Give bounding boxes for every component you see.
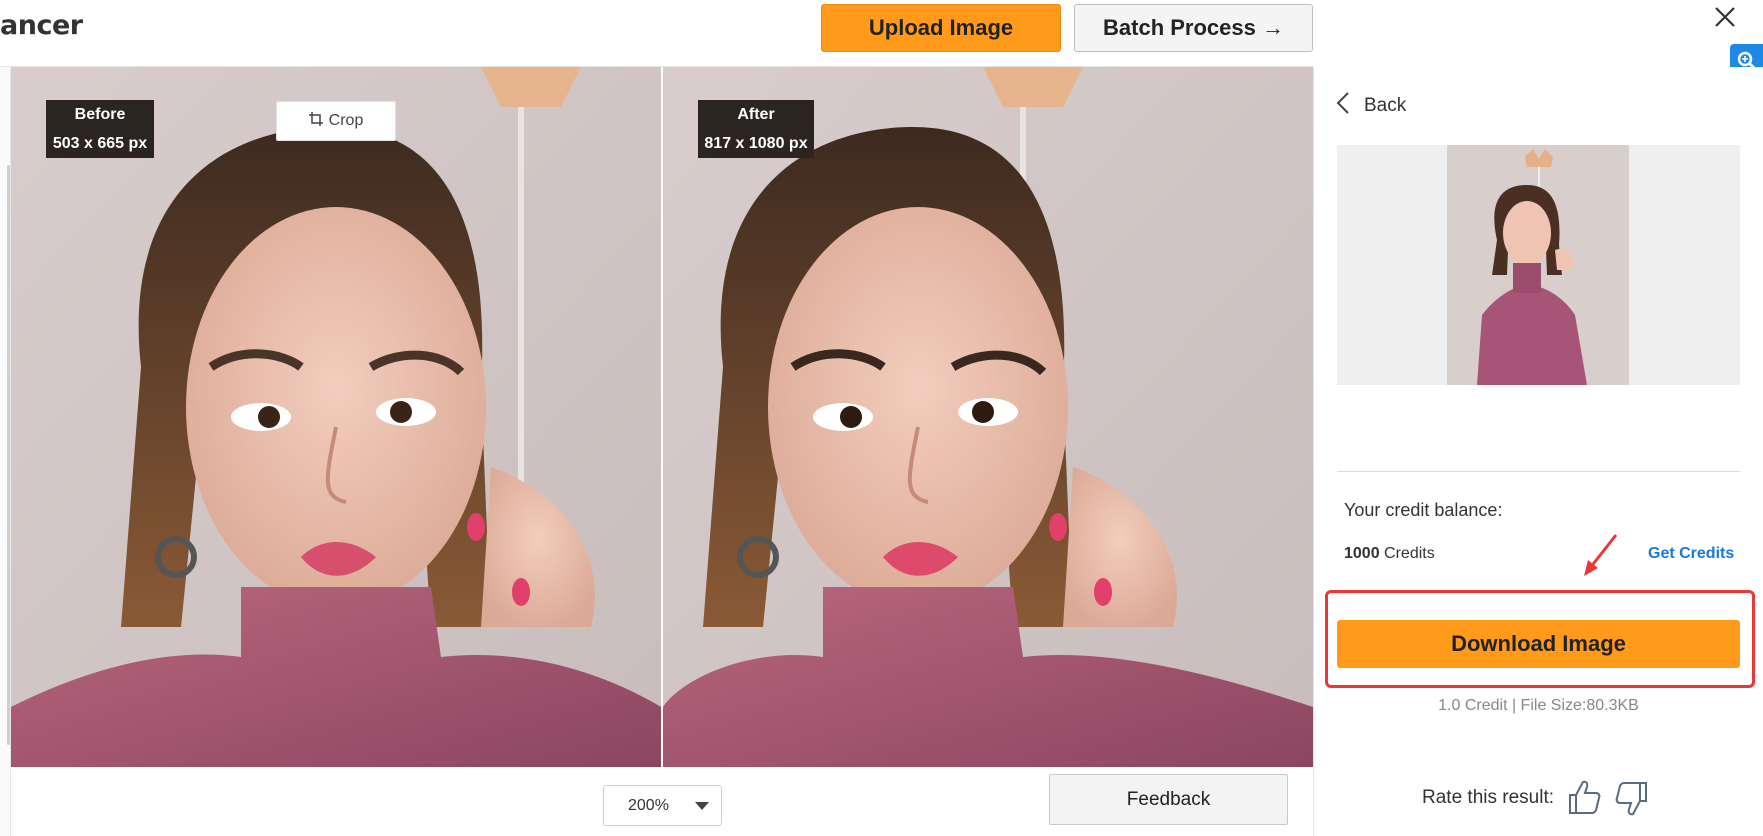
before-dimensions: 503 x 665 px xyxy=(52,135,148,152)
get-credits-link[interactable]: Get Credits xyxy=(1648,545,1734,563)
thumbs-down-icon[interactable] xyxy=(1614,779,1650,817)
upload-image-button[interactable]: Upload Image xyxy=(821,4,1061,52)
download-image-button[interactable]: Download Image xyxy=(1337,620,1740,668)
feedback-button[interactable]: Feedback xyxy=(1049,774,1288,825)
after-image-panel[interactable] xyxy=(663,67,1313,767)
chevron-down-icon[interactable] xyxy=(695,802,709,810)
sidebar-divider xyxy=(1337,471,1740,472)
after-size-label: After 817 x 1080 px xyxy=(698,100,814,158)
after-photo xyxy=(663,67,1313,767)
before-title: Before xyxy=(74,106,126,123)
after-title: After xyxy=(737,106,775,123)
crop-icon xyxy=(308,111,323,131)
chevron-left-icon xyxy=(1336,91,1350,121)
annotation-arrow-icon xyxy=(1580,532,1620,578)
crop-label: Crop xyxy=(328,112,364,129)
crop-button[interactable]: Crop xyxy=(276,101,396,141)
after-dimensions: 817 x 1080 px xyxy=(704,135,808,152)
scrollbar[interactable] xyxy=(7,165,10,745)
credit-unit: Credits xyxy=(1384,545,1435,562)
rating-row: Rate this result: xyxy=(1422,778,1650,818)
credit-amount: 1000 Credits xyxy=(1344,545,1435,563)
credit-count: 1000 xyxy=(1344,545,1380,562)
thumbs-up-icon[interactable] xyxy=(1566,779,1602,817)
app-title: ancer xyxy=(0,10,83,41)
close-icon[interactable] xyxy=(1710,2,1740,32)
credit-balance-label: Your credit balance: xyxy=(1344,500,1503,520)
before-size-label: Before 503 x 665 px xyxy=(46,100,154,158)
download-info: 1.0 Credit | File Size:80.3KB xyxy=(1438,697,1639,714)
batch-process-button[interactable]: Batch Process → xyxy=(1074,4,1313,52)
zoom-value: 200% xyxy=(628,796,669,814)
rate-label: Rate this result: xyxy=(1422,787,1554,808)
before-photo xyxy=(11,67,661,767)
result-thumbnail xyxy=(1447,145,1629,385)
before-image-panel[interactable] xyxy=(11,67,661,767)
back-button[interactable]: Back xyxy=(1336,90,1406,122)
back-label: Back xyxy=(1364,95,1407,116)
